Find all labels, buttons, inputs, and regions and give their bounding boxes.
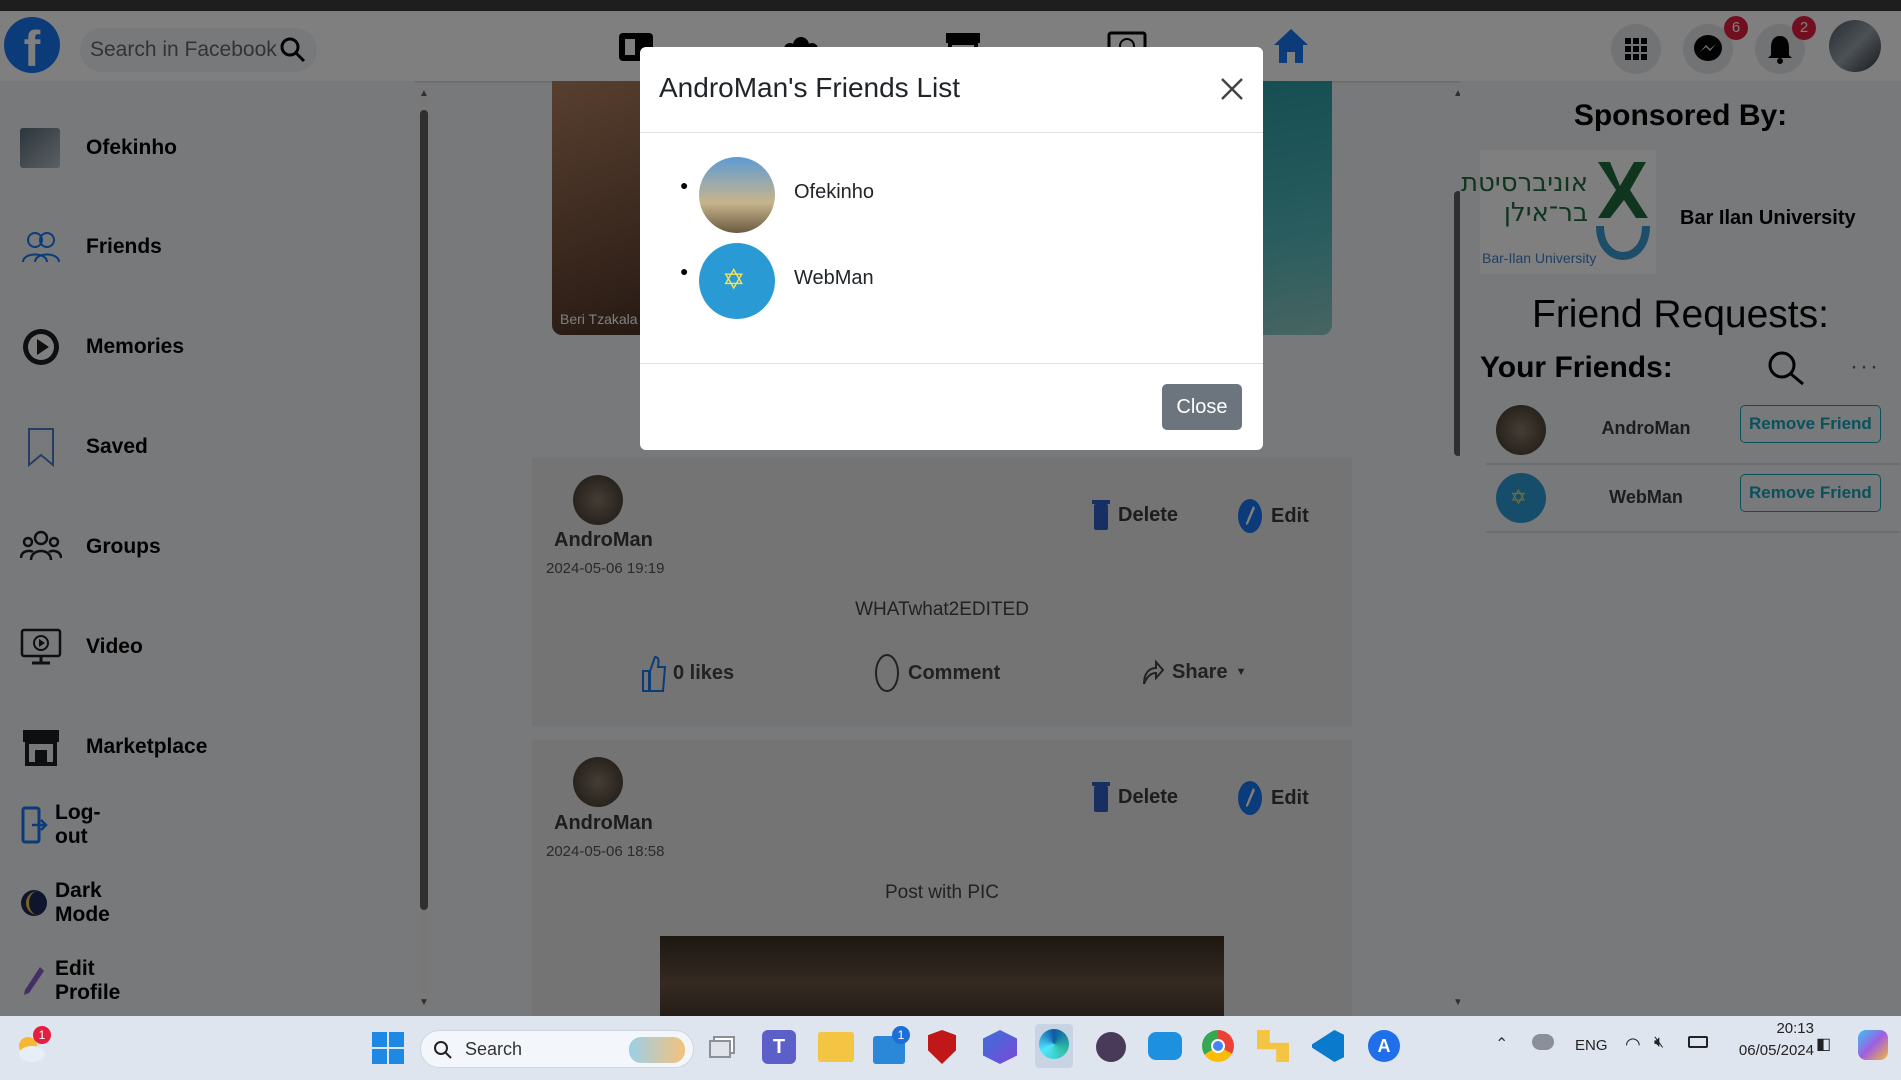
friends-list-modal: AndroMan's Friends List ● Ofekinho ● ✡ W…	[640, 47, 1263, 450]
chevron-up-icon[interactable]: ⌃	[1495, 1034, 1508, 1054]
star-of-david-icon: ✡	[722, 264, 746, 295]
task-view-icon[interactable]	[707, 1030, 739, 1062]
chrome-icon[interactable]	[1202, 1030, 1234, 1062]
edge-active-tab[interactable]	[1035, 1024, 1073, 1068]
modal-title: AndroMan's Friends List	[659, 72, 961, 103]
friend-avatar	[699, 157, 775, 233]
taskbar-search[interactable]: Search	[420, 1030, 694, 1068]
weather-badge: 1	[33, 1026, 51, 1044]
close-icon[interactable]	[1220, 77, 1244, 101]
windows-taskbar: 1 Search T 1 A ⌃ ENG ◠ 🔇︎ 20:13 06/05/20…	[0, 1016, 1901, 1080]
docker-icon[interactable]	[1148, 1032, 1182, 1060]
copilot-app-icon[interactable]	[983, 1030, 1017, 1064]
mcafee-icon[interactable]	[928, 1030, 956, 1064]
search-highlight-image	[629, 1037, 685, 1063]
windows-start-icon[interactable]	[370, 1030, 406, 1066]
modal-close-button[interactable]: Close	[1162, 384, 1242, 430]
wifi-icon[interactable]: ◠	[1625, 1034, 1641, 1055]
taskbar-search-label: Search	[465, 1039, 523, 1059]
obs-icon[interactable]	[1096, 1032, 1126, 1062]
bullet: ●	[680, 177, 689, 193]
friend-avatar: ✡	[699, 243, 775, 319]
language-indicator[interactable]: ENG	[1575, 1037, 1608, 1054]
modal-divider	[640, 132, 1263, 133]
file-explorer-icon[interactable]	[818, 1032, 854, 1062]
modal-footer-divider	[640, 363, 1263, 364]
onedrive-icon[interactable]	[1532, 1034, 1554, 1050]
store-badge: 1	[892, 1026, 910, 1044]
friend-name: WebMan	[794, 267, 874, 289]
teams-icon[interactable]: T	[762, 1030, 796, 1064]
edge-icon	[1039, 1029, 1069, 1059]
weather-widget[interactable]: 1	[12, 1026, 52, 1066]
notification-center-icon[interactable]: ◧	[1816, 1034, 1831, 1054]
app-a-icon[interactable]: A	[1368, 1030, 1400, 1062]
vscode-icon[interactable]	[1312, 1030, 1344, 1062]
git-tool-icon[interactable]	[1257, 1030, 1289, 1062]
bullet: ●	[680, 263, 689, 279]
volume-muted-icon[interactable]: 🔇︎	[1654, 1034, 1664, 1052]
store-icon[interactable]: 1	[873, 1026, 910, 1064]
clock-date[interactable]: 06/05/2024	[1714, 1042, 1814, 1059]
clock-time[interactable]: 20:13	[1714, 1020, 1814, 1037]
friend-name: Ofekinho	[794, 181, 875, 203]
copilot-icon[interactable]	[1858, 1030, 1888, 1060]
battery-icon[interactable]	[1688, 1036, 1708, 1048]
search-icon	[434, 1041, 452, 1059]
